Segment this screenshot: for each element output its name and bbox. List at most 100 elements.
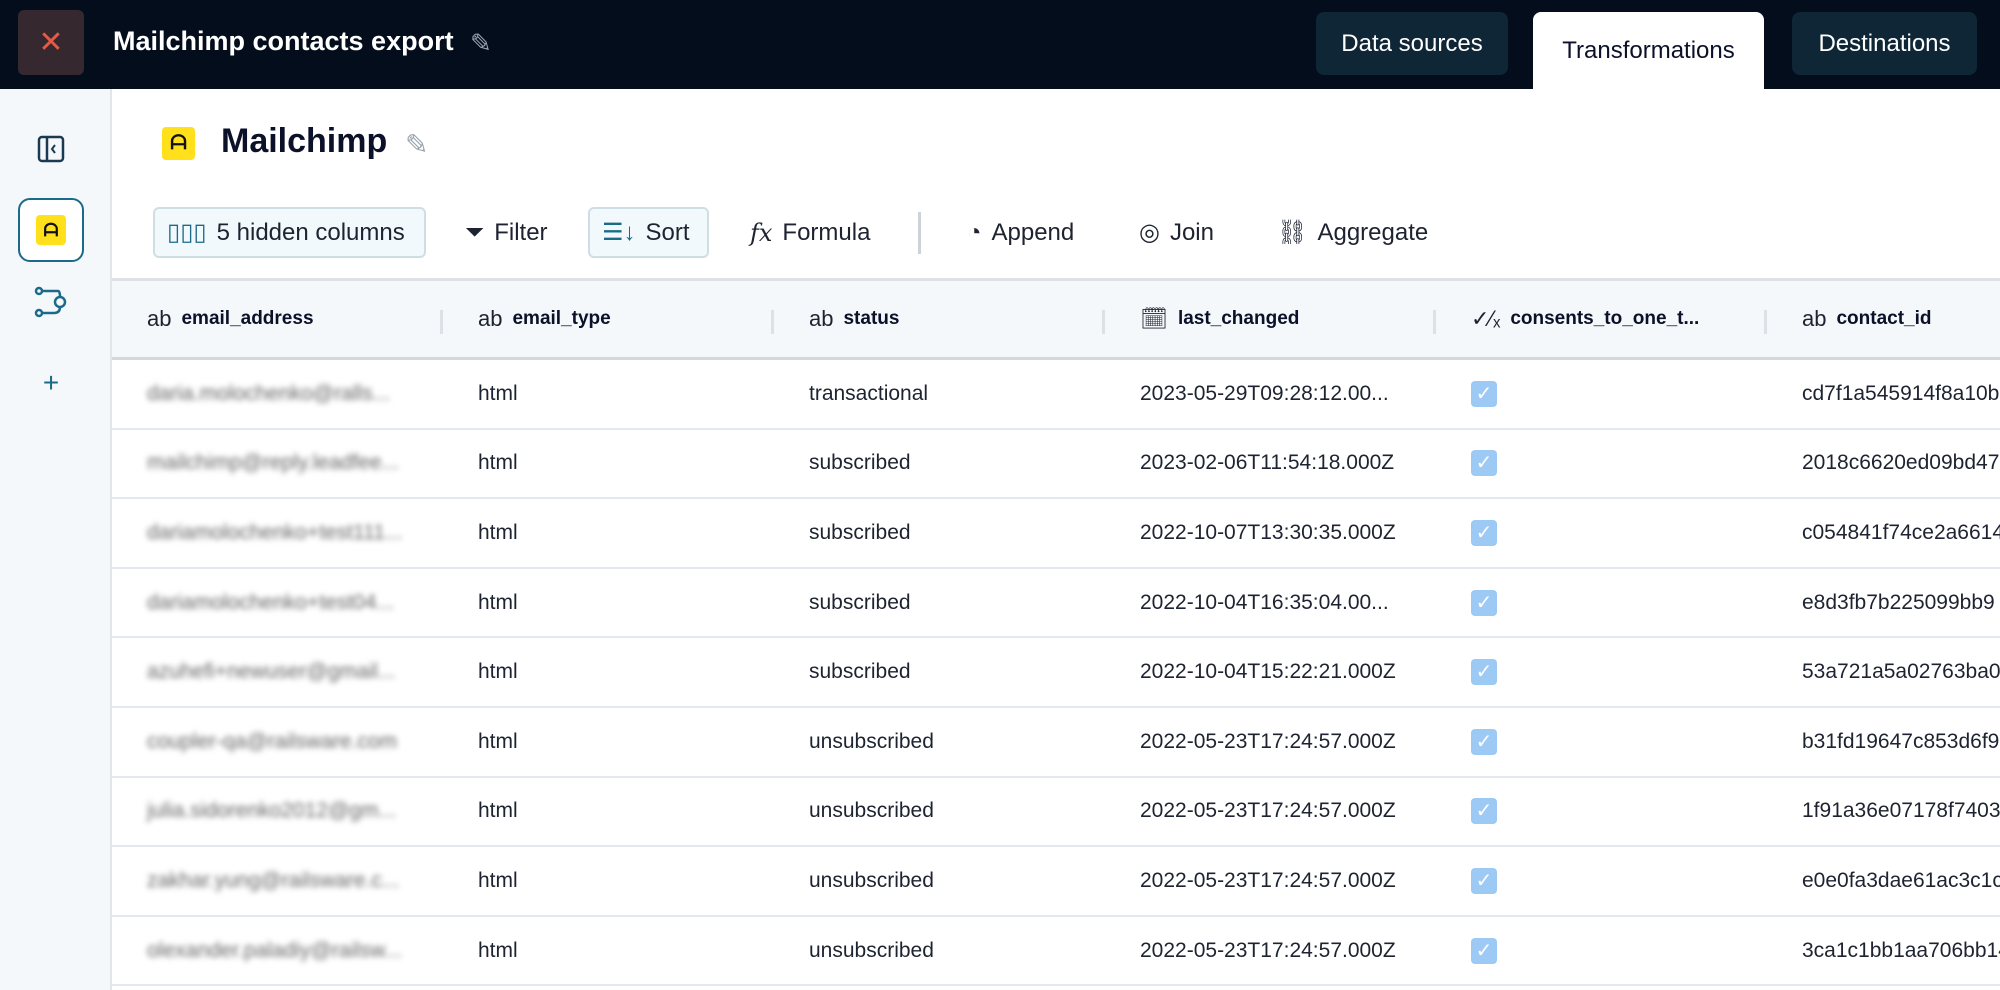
- sort-button[interactable]: ☰↓ Sort: [588, 207, 709, 258]
- sort-label: Sort: [645, 218, 690, 246]
- table-cell: c054841f74ce2a6614: [1802, 520, 2000, 544]
- table-cell: subscribed: [809, 520, 911, 544]
- table-cell: 53a721a5a02763ba0: [1802, 660, 2000, 684]
- table-cell: subscribed: [809, 660, 911, 684]
- table-cell: dariamolochenko+test04...: [147, 590, 394, 614]
- table-cell: 1f91a36e07178f7403c: [1802, 799, 2000, 823]
- table-cell: julia.sidorenko2012@gm...: [147, 799, 396, 823]
- checkbox-cell: ✓: [1436, 867, 1767, 894]
- column-name: status: [843, 308, 900, 329]
- aggregate-icon: ⛓: [1277, 219, 1308, 246]
- boolean-type-icon: ✓⁄ₓ: [1471, 306, 1501, 331]
- checkbox-checked-icon: ✓: [1471, 867, 1497, 894]
- checkbox-cell: ✓: [1436, 519, 1767, 546]
- table-body: daria.molochenko@ralls... html transaction…: [112, 360, 2000, 987]
- table-cell: azuhefi+newuser@gmail...: [147, 660, 396, 684]
- append-button[interactable]: ◔ Append: [959, 207, 1082, 258]
- column-header-ab[interactable]: ab contact_id: [1767, 281, 2000, 357]
- mailchimp-logo-icon: ᗩ: [162, 127, 195, 160]
- importer-title: Mailchimp contacts export: [113, 26, 454, 56]
- mailchimp-logo-icon: ᗩ: [36, 215, 66, 245]
- table-cell: unsubscribed: [809, 868, 934, 892]
- collapse-sidebar-icon[interactable]: [18, 117, 84, 181]
- table-cell: 2018c6620ed09bd47: [1802, 451, 2000, 475]
- function-icon: fx: [750, 218, 773, 247]
- checkbox-checked-icon: ✓: [1471, 798, 1497, 825]
- text-type-icon: ab: [809, 306, 834, 331]
- column-header-ab[interactable]: ab status: [774, 281, 1105, 357]
- table-row[interactable]: daria.molochenko@ralls... html transaction…: [112, 360, 2000, 430]
- table-cell: 2022-10-07T13:30:35.000Z: [1140, 520, 1396, 544]
- checkbox-cell: ✓: [1436, 589, 1767, 616]
- table-cell: daria.molochenko@ralls...: [147, 381, 391, 405]
- table-cell: transactional: [809, 381, 929, 405]
- aggregate-label: Aggregate: [1317, 218, 1429, 246]
- column-name: email_address: [181, 308, 314, 329]
- checkbox-checked-icon: ✓: [1471, 519, 1497, 546]
- table-cell: html: [478, 451, 518, 475]
- table-cell: html: [478, 799, 518, 823]
- column-name: contact_id: [1836, 308, 1932, 329]
- join-label: Join: [1169, 218, 1214, 246]
- sidebar: ᗩ +: [0, 89, 112, 990]
- table-row[interactable]: mailchimp@reply.leadfee... html subscribed…: [112, 430, 2000, 500]
- tab-transformations[interactable]: Transformations: [1533, 12, 1764, 89]
- table-cell: 2022-05-23T17:24:57.000Z: [1140, 938, 1396, 962]
- table-row[interactable]: coupler-qa@railsware.com html unsubscribed…: [112, 708, 2000, 778]
- table-cell: 2023-02-06T11:54:18.000Z: [1140, 451, 1395, 475]
- text-type-icon: ab: [147, 306, 172, 331]
- table-row[interactable]: olexander.paladiy@railsw... html unsubscri…: [112, 917, 2000, 987]
- table-cell: coupler-qa@railsware.com: [147, 729, 398, 753]
- table-cell: html: [478, 381, 518, 405]
- table-cell: dariamolochenko+test111...: [147, 520, 403, 544]
- checkbox-checked-icon: ✓: [1471, 728, 1497, 755]
- table-row[interactable]: zakhar.yung@railsware.c... html unsubscrib…: [112, 847, 2000, 917]
- filter-label: Filter: [494, 218, 548, 246]
- column-header-date[interactable]: 🗓 last_changed: [1105, 281, 1436, 357]
- table-row[interactable]: dariamolochenko+test111... html subscribed…: [112, 499, 2000, 569]
- tab-data-sources[interactable]: Data sources: [1316, 12, 1508, 75]
- column-header-ab[interactable]: ab email_address: [112, 281, 443, 357]
- transformation-flow-icon[interactable]: [18, 270, 84, 334]
- append-label: Append: [991, 218, 1075, 246]
- text-type-icon: ab: [478, 306, 503, 331]
- join-button[interactable]: ◎ Join: [1131, 207, 1222, 258]
- table-header: ab email_address ab email_type ab status 🗓 last…: [112, 278, 2000, 360]
- table-row[interactable]: dariamolochenko+test04... html subscribed 2…: [112, 569, 2000, 639]
- checkbox-cell: ✓: [1436, 728, 1767, 755]
- column-header-bool[interactable]: ✓⁄ₓ consents_to_one_t...: [1436, 281, 1767, 357]
- table-cell: e8d3fb7b225099bb9: [1802, 590, 1995, 614]
- plus-icon: +: [42, 367, 60, 398]
- close-icon: ✕: [38, 26, 64, 59]
- top-bar: ✕ Mailchimp contacts export ✎ Data sourc…: [0, 0, 2000, 89]
- table-cell: unsubscribed: [809, 729, 934, 753]
- source-title: Mailchimp: [221, 122, 388, 160]
- table-row[interactable]: julia.sidorenko2012@gm... html unsubscribe…: [112, 778, 2000, 848]
- table-row[interactable]: azuhefi+newuser@gmail... html subscribed 20…: [112, 638, 2000, 708]
- edit-title-pencil-icon[interactable]: ✎: [470, 28, 492, 59]
- checkbox-cell: ✓: [1436, 380, 1767, 407]
- table-cell: 2022-10-04T15:22:21.000Z: [1140, 660, 1396, 684]
- table-cell: e0e0fa3dae61ac3c1c: [1802, 868, 2000, 892]
- sidebar-item-mailchimp-source[interactable]: ᗩ: [18, 198, 84, 262]
- tab-destinations[interactable]: Destinations: [1792, 12, 1977, 75]
- close-button[interactable]: ✕: [18, 10, 84, 75]
- text-type-icon: ab: [1802, 306, 1827, 331]
- data-table: ab email_address ab email_type ab status 🗓 last…: [112, 278, 2000, 987]
- checkbox-cell: ✓: [1436, 798, 1767, 825]
- checkbox-checked-icon: ✓: [1471, 659, 1497, 686]
- table-cell: subscribed: [809, 590, 911, 614]
- columns-icon: ▯▯▯: [167, 219, 207, 246]
- table-cell: mailchimp@reply.leadfee...: [147, 451, 400, 475]
- formula-label: Formula: [782, 218, 871, 246]
- formula-button[interactable]: fx Formula: [742, 207, 878, 258]
- column-header-ab[interactable]: ab email_type: [443, 281, 774, 357]
- hidden-columns-button[interactable]: ▯▯▯ 5 hidden columns: [153, 207, 426, 258]
- date-type-icon: 🗓: [1140, 306, 1168, 331]
- filter-button[interactable]: ⏷ Filter: [457, 207, 556, 258]
- edit-source-pencil-icon[interactable]: ✎: [405, 128, 428, 161]
- aggregate-button[interactable]: ⛓ Aggregate: [1269, 207, 1436, 258]
- column-name: consents_to_one_t...: [1510, 308, 1700, 329]
- checkbox-checked-icon: ✓: [1471, 589, 1497, 616]
- add-source-button[interactable]: +: [18, 351, 84, 415]
